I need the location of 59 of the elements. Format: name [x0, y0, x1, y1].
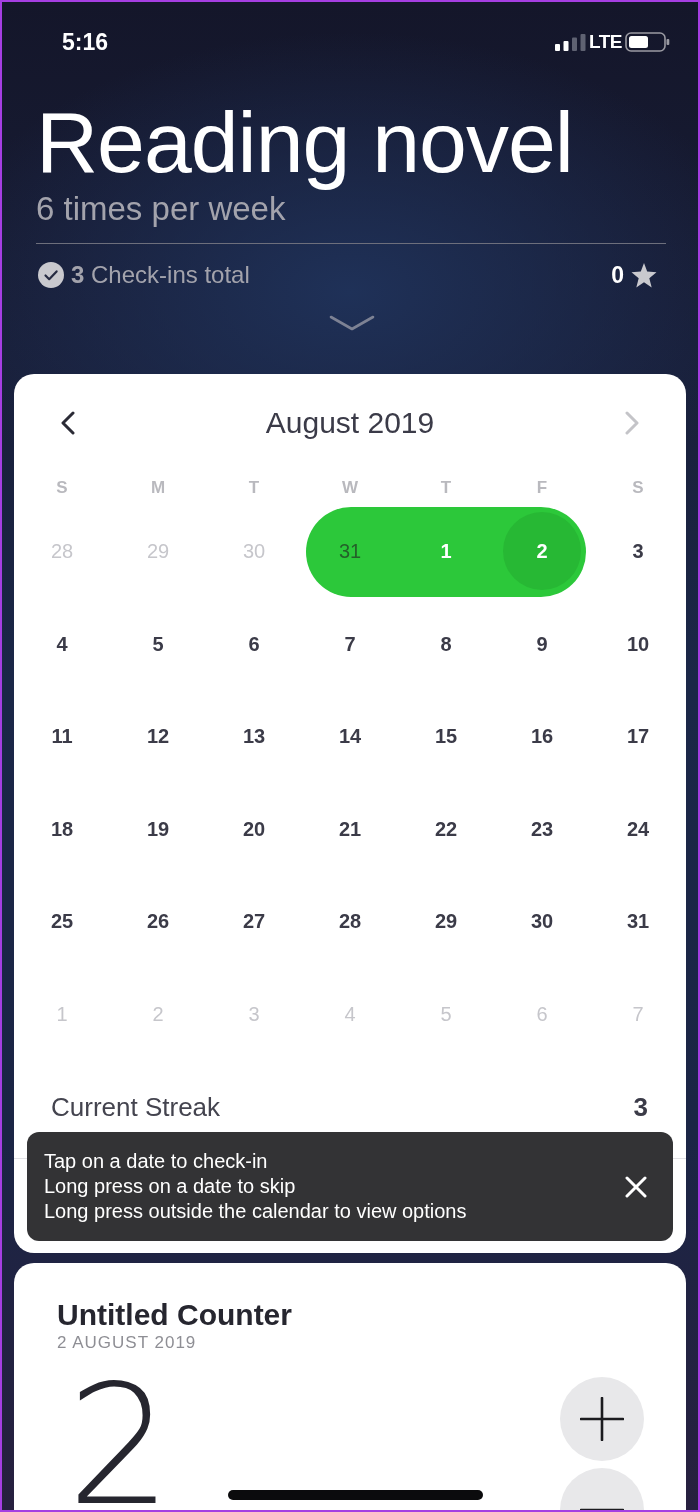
calendar-day[interactable]: 21 — [338, 816, 362, 841]
calendar-day[interactable]: 16 — [530, 724, 554, 749]
calendar-day[interactable]: 27 — [242, 909, 266, 934]
calendar-day[interactable]: 31 — [626, 909, 650, 934]
habit-frequency: 6 times per week — [36, 190, 287, 229]
calendar-day[interactable]: 9 — [536, 631, 548, 656]
star-icon — [631, 262, 657, 288]
stat-value: 3 — [633, 1091, 648, 1123]
chevron-left-icon[interactable] — [60, 411, 76, 435]
counter-value: 2 — [67, 1382, 172, 1510]
checkins-total-text: 3 Check-ins total — [71, 261, 250, 289]
calendar-day[interactable]: 22 — [434, 816, 458, 841]
calendar-day[interactable]: 18 — [50, 816, 74, 841]
counter-date: 2 AUGUST 2019 — [57, 1333, 198, 1353]
calendar-day[interactable]: 4 — [56, 631, 68, 656]
calendar-day[interactable]: 8 — [440, 631, 452, 656]
weekday-label: T — [440, 477, 452, 498]
weekday-label: S — [632, 477, 644, 498]
month-title: August 2019 — [265, 406, 435, 440]
calendar-day[interactable]: 29 — [434, 909, 458, 934]
signal-icon — [555, 33, 586, 51]
calendar-day[interactable]: 15 — [434, 724, 458, 749]
calendar-day[interactable]: 12 — [146, 724, 170, 749]
weekday-label: T — [248, 477, 260, 498]
calendar-day[interactable]: 5 — [152, 631, 164, 656]
calendar-day[interactable]: 11 — [51, 724, 73, 749]
star-count: 0 — [611, 261, 624, 289]
stat-label: Current Streak — [51, 1091, 221, 1123]
weekday-label: F — [536, 477, 548, 498]
hint-text: Long press on a date to skip — [44, 1174, 297, 1199]
counter-title: Untitled Counter — [57, 1297, 293, 1333]
calendar-day[interactable]: 6 — [248, 631, 260, 656]
calendar-day[interactable]: 23 — [530, 816, 554, 841]
calendar-day[interactable]: 30 — [530, 909, 554, 934]
close-icon[interactable] — [625, 1175, 647, 1198]
network-type: LTE — [589, 31, 622, 53]
hint-text: Tap on a date to check-in — [44, 1149, 269, 1174]
chevron-down-icon[interactable] — [329, 315, 375, 331]
check-circle-icon — [38, 262, 64, 288]
calendar-day[interactable]: 13 — [242, 724, 266, 749]
weekday-label: W — [341, 477, 358, 498]
plus-icon — [580, 1397, 624, 1441]
habit-title: Reading novel — [36, 93, 573, 191]
hint-text: Long press outside the calendar to view options — [44, 1199, 467, 1224]
status-time: 5:16 — [62, 28, 109, 56]
weekday-label: S — [56, 477, 68, 498]
calendar-day[interactable]: 14 — [338, 724, 362, 749]
calendar-day[interactable]: 25 — [50, 909, 74, 934]
calendar-day[interactable]: 3 — [632, 539, 644, 564]
calendar-day[interactable]: 19 — [146, 816, 170, 841]
calendar-day[interactable]: 26 — [146, 909, 170, 934]
calendar-day[interactable]: 24 — [626, 816, 650, 841]
calendar-day[interactable]: 20 — [242, 816, 266, 841]
calendar-day[interactable]: 7 — [344, 631, 356, 656]
calendar-day[interactable]: 17 — [626, 724, 650, 749]
calendar-day[interactable]: 28 — [338, 909, 362, 934]
weekday-label: M — [150, 477, 166, 498]
battery-icon — [625, 32, 670, 52]
calendar-day[interactable]: 10 — [626, 631, 650, 656]
